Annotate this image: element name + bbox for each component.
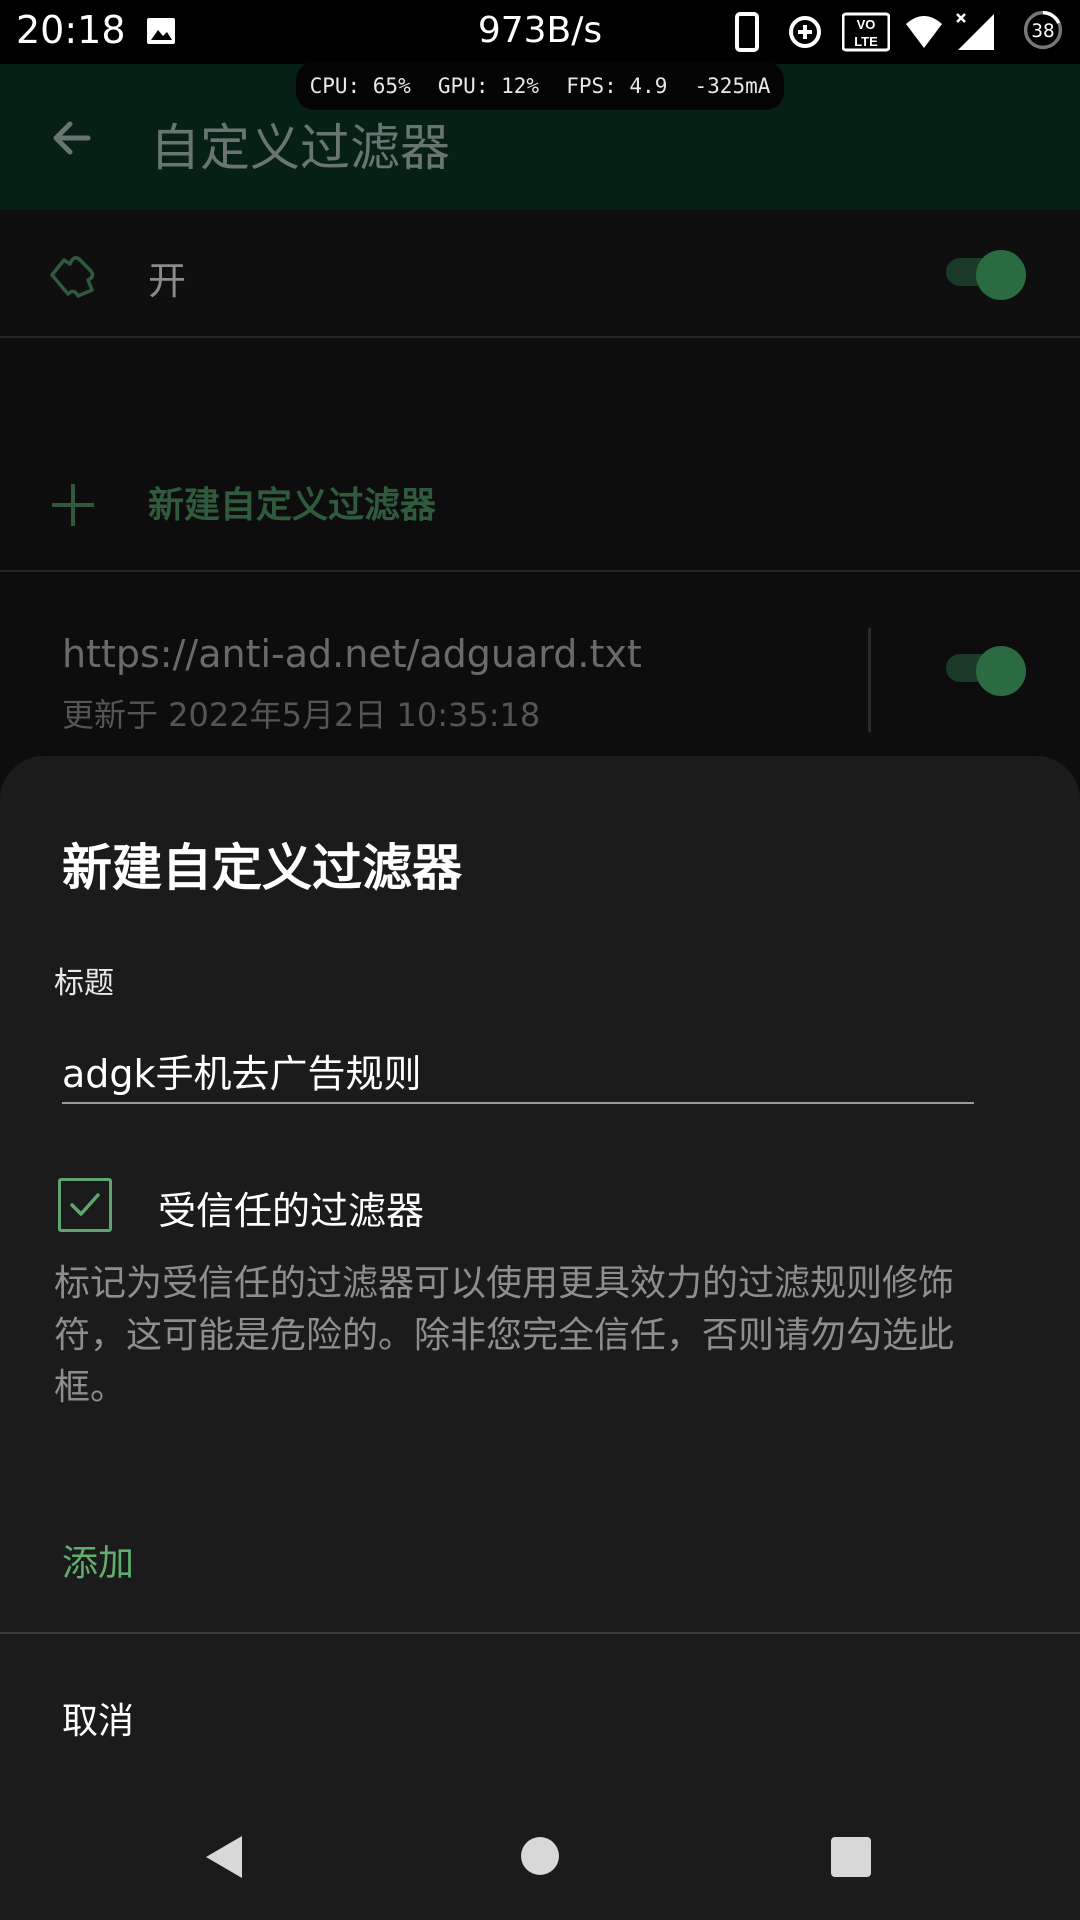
signal-icon (956, 13, 994, 50)
dialog-divider (0, 1632, 1080, 1634)
nav-recents-icon[interactable] (830, 1836, 872, 1878)
gpu-usage: GPU: 12% (437, 74, 540, 98)
navigation-bar (0, 1790, 1080, 1920)
filter-master-switch-row[interactable]: 开 (0, 210, 1080, 338)
phone-icon (735, 12, 759, 52)
trusted-checkbox-label[interactable]: 受信任的过滤器 (158, 1180, 424, 1235)
wifi-icon (906, 16, 942, 48)
nav-home-icon[interactable] (520, 1836, 560, 1876)
trusted-description: 标记为受信任的过滤器可以使用更具效力的过滤规则修饰符，这可能是危险的。除非您完全… (54, 1263, 955, 1408)
battery-icon: 38 (1023, 10, 1063, 50)
cpu-usage: CPU: 65% (309, 74, 411, 98)
performance-overlay: CPU: 65% GPU: 12% FPS: 4.9 -325mA (296, 62, 784, 110)
fps-counter: FPS: 4.9 (566, 74, 668, 98)
battery-level: 38 (1031, 21, 1054, 42)
add-button[interactable]: 添加 (62, 1534, 134, 1586)
new-filter-dialog: 新建自定义过滤器 标题 受信任的过滤器 标记为受信任的过滤器可以使用更具效力的过… (0, 756, 1080, 1920)
title-field-label: 标题 (54, 966, 114, 1001)
vertical-divider (868, 628, 871, 732)
new-custom-filter-row[interactable]: 新建自定义过滤器 (0, 440, 1080, 572)
filter-updated-time: 更新于 2022年5月2日 10:35:18 (62, 696, 541, 734)
filter-url: https://anti-ad.net/adguard.txt (62, 632, 642, 676)
trusted-checkbox[interactable] (58, 1178, 112, 1232)
current-draw: -325mA (694, 74, 771, 98)
master-toggle[interactable] (946, 250, 1030, 300)
title-field[interactable] (62, 1042, 974, 1104)
nav-back-icon[interactable] (202, 1834, 246, 1880)
filter-list-item[interactable]: https://anti-ad.net/adguard.txt 更新于 2022… (0, 610, 1080, 750)
back-arrow-icon[interactable] (48, 114, 96, 162)
title-input[interactable] (62, 1042, 974, 1098)
status-bar: 20:18 973B/s VO LTE 38 (0, 0, 1080, 64)
checkmark-icon (70, 1193, 100, 1216)
volte-icon: VO LTE (842, 12, 890, 52)
data-saver-icon (789, 16, 821, 48)
svg-text:VO: VO (857, 17, 876, 32)
puzzle-piece-icon (50, 256, 95, 298)
dialog-title: 新建自定义过滤器 (62, 839, 462, 897)
cancel-button[interactable]: 取消 (62, 1692, 134, 1744)
filter-toggle[interactable] (946, 646, 1030, 696)
new-custom-filter-label: 新建自定义过滤器 (148, 485, 437, 526)
plus-icon (52, 484, 94, 526)
page-title: 自定义过滤器 (150, 119, 450, 177)
svg-text:LTE: LTE (854, 34, 878, 49)
master-switch-label: 开 (148, 259, 187, 303)
